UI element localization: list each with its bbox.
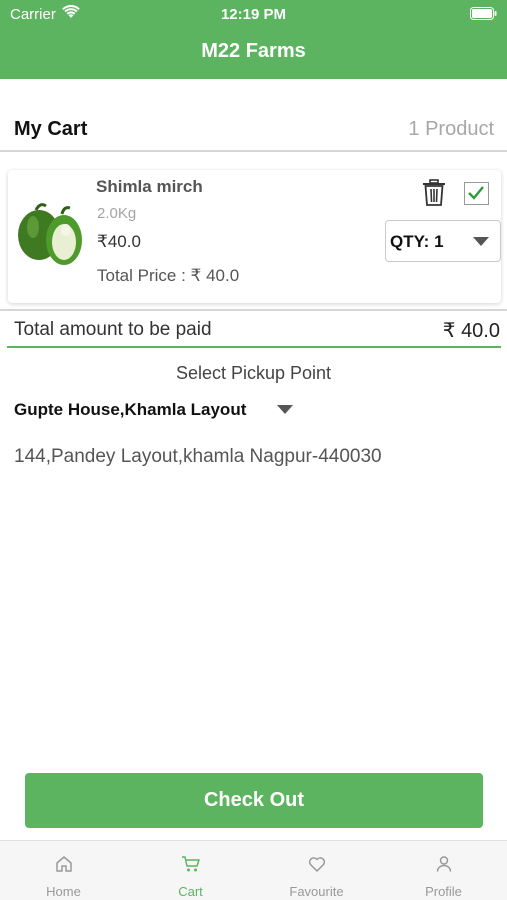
total-row: Total amount to be paid ₹ 40.0 [0, 312, 507, 346]
tab-label: Home [46, 884, 81, 899]
cart-item-card: Shimla mirch 2.0Kg ₹40.0 Total Price : ₹… [8, 170, 501, 303]
user-icon [436, 856, 451, 872]
quantity-dropdown[interactable]: QTY: 1 [385, 220, 501, 262]
tab-label: Favourite [289, 884, 344, 899]
bottom-tab-bar: Home Cart Favourite Profile [0, 840, 507, 900]
tab-profile[interactable]: Profile [380, 841, 507, 900]
product-image [18, 203, 82, 265]
status-bar: Carrier 12:19 PM [0, 0, 507, 28]
total-amount: ₹ 40.0 [442, 320, 500, 342]
tab-favourite[interactable]: Favourite [253, 841, 380, 900]
quantity-value: QTY: 1 [390, 232, 444, 251]
tab-cart[interactable]: Cart [127, 841, 254, 900]
product-count: 1 Product [408, 118, 494, 140]
product-weight: 2.0Kg [97, 205, 137, 222]
checkmark-icon [468, 186, 484, 200]
chevron-down-icon [473, 237, 489, 246]
accent-divider [7, 346, 501, 348]
tab-home[interactable]: Home [0, 841, 127, 900]
app-title: M22 Farms [201, 40, 306, 62]
tab-label: Profile [425, 884, 462, 899]
pickup-address: 144,Pandey Layout,khamla Nagpur-440030 [14, 446, 382, 467]
pickup-heading: Select Pickup Point [175, 363, 332, 383]
trash-icon[interactable] [421, 179, 447, 207]
divider [0, 309, 507, 311]
product-total-price: Total Price : ₹ 40.0 [97, 266, 240, 285]
battery-icon [470, 7, 497, 20]
page-title: My Cart [14, 118, 88, 140]
pickup-point-dropdown[interactable]: Gupte House,Khamla Layout [14, 399, 314, 423]
divider [0, 150, 507, 152]
app-header: Carrier 12:19 PM M22 Farms [0, 0, 507, 79]
product-name: Shimla mirch [96, 177, 203, 196]
home-icon [55, 856, 72, 872]
product-price: ₹40.0 [97, 232, 141, 251]
cart-icon [181, 856, 200, 872]
pickup-point-value: Gupte House,Khamla Layout [14, 400, 247, 419]
tab-label: Cart [178, 884, 203, 899]
item-select-checkbox[interactable] [464, 182, 489, 205]
clock: 12:19 PM [220, 6, 287, 23]
checkout-button[interactable]: Check Out [25, 773, 483, 828]
total-label: Total amount to be paid [14, 319, 212, 340]
chevron-down-icon [277, 405, 293, 414]
heart-icon [308, 857, 325, 872]
cart-header: My Cart 1 Product [0, 110, 507, 150]
